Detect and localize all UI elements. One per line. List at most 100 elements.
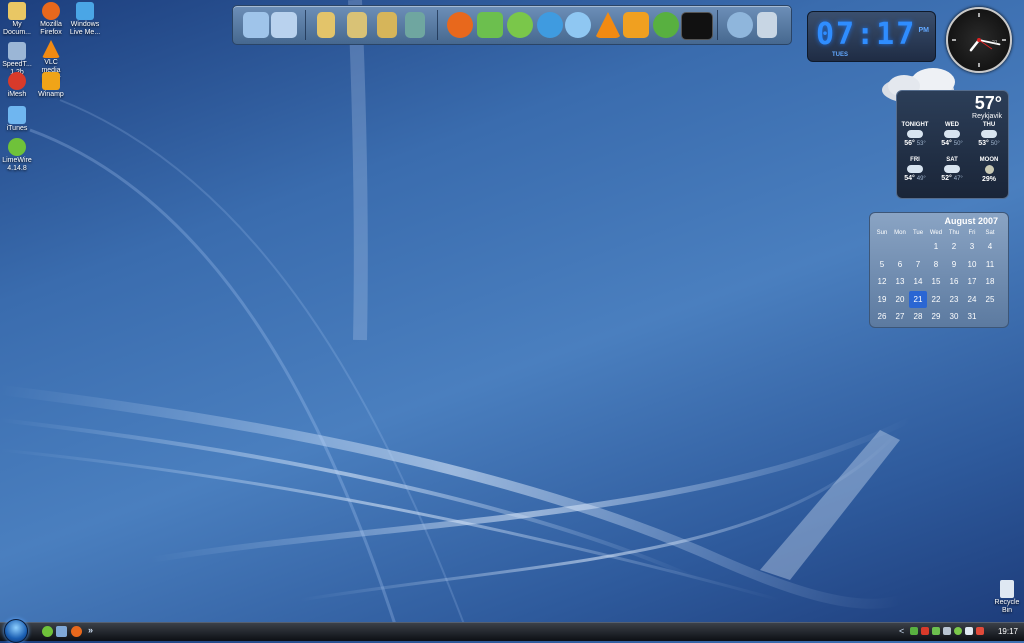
calendar-day[interactable]: 24 [963,291,981,309]
messenger-icon[interactable] [477,12,503,38]
desktop-icon-limewire[interactable]: LimeWire 4.14.8 [0,138,34,173]
desktop-icon-firefox[interactable]: Mozilla Firefox [34,2,68,37]
update-tray-icon[interactable] [976,627,984,635]
calendar-day[interactable]: 1 [927,238,945,256]
volume-tray-icon[interactable] [965,627,973,635]
antivirus-tray-icon[interactable] [921,627,929,635]
utorrent-icon[interactable] [653,12,679,38]
computer-icon[interactable] [243,12,269,38]
calendar-day[interactable]: 8 [927,256,945,274]
calendar-day[interactable]: 27 [891,308,909,326]
documents-folder-icon[interactable] [347,12,367,38]
dock-separator [437,10,438,40]
calendar-day[interactable]: 15 [927,273,945,291]
desktop-icon-label: Windows Live Me... [69,21,101,36]
music-folder-icon[interactable] [377,12,397,38]
forecast-low: 53° [916,141,926,147]
calendar-gadget[interactable]: August 2007 Sun Mon Tue Wed Thu Fri Sat … [869,212,1009,328]
weekday-label: Sun [876,230,888,236]
calendar-day[interactable]: 23 [945,291,963,309]
forecast-label: THU [982,122,996,128]
calendar-day[interactable]: 11 [981,256,999,274]
digital-clock-gadget[interactable]: 07:17 PM TUES [807,11,936,62]
desktop-icon-my-documents[interactable]: My Docum... [0,2,34,37]
speedtest-icon [8,42,26,60]
vlc-icon[interactable] [595,12,621,38]
limewire-icon [8,138,26,156]
calendar-day[interactable]: 25 [981,291,999,309]
recycle-bin-icon[interactable] [757,12,777,38]
start-button[interactable] [4,619,28,643]
quicklaunch-more-button[interactable]: » [88,625,93,635]
calendar-day[interactable]: 5 [873,256,891,274]
utorrent-tray-icon[interactable] [910,627,918,635]
desktop-icon-label: LimeWire 4.14.8 [2,157,32,172]
calendar-day-today[interactable]: 21 [909,290,927,308]
desktop-icon-itunes[interactable]: iTunes [0,106,34,133]
calendar-day[interactable]: 28 [909,308,927,326]
calendar-day[interactable]: 26 [873,308,891,326]
calendar-day[interactable]: 3 [963,238,981,256]
itunes-icon[interactable] [565,12,591,38]
calendar-week-row: 12 13 14 15 16 17 18 [873,273,999,291]
globe-icon[interactable] [537,12,563,38]
calendar-day [981,308,999,326]
forecast-high: 52° [941,175,952,182]
rain-icon [944,130,960,138]
limewire-icon[interactable] [42,626,53,637]
gear-icon[interactable] [727,12,753,38]
calendar-day[interactable]: 9 [945,256,963,274]
network-tray-icon[interactable] [943,627,951,635]
desktop-icon-imesh[interactable]: iMesh [0,72,34,99]
limewire-icon[interactable] [507,12,533,38]
desktop-icon-messenger[interactable]: Windows Live Me... [68,2,102,37]
calendar-month-title: August 2007 [944,216,998,226]
calendar-day[interactable]: 10 [963,256,981,274]
desktop-icon-winamp[interactable]: Winamp [34,72,68,99]
weather-current-temp: 57° [974,93,1002,113]
folder-icon[interactable] [317,12,335,38]
desktop-icon-recycle-bin[interactable]: Recycle Bin [992,580,1022,615]
calendar-day[interactable]: 19 [873,291,891,309]
calendar-day[interactable]: 29 [927,308,945,326]
calendar-day[interactable]: 17 [963,273,981,291]
calendar-day[interactable]: 14 [909,273,927,291]
rain-icon [981,130,997,138]
firefox-icon[interactable] [447,12,473,38]
forecast-fri: FRI 54° 49° [897,157,933,182]
forecast-low: 50° [990,141,1000,147]
taskbar: » < 19:17 [0,619,1024,643]
calendar-day[interactable]: 22 [927,291,945,309]
desktop-icon-label: iTunes [6,125,28,132]
show-desktop-icon[interactable] [56,626,67,637]
forecast-label: SAT [946,157,958,163]
desktop-icon-label: My Docum... [2,21,31,36]
weekday-label: Fri [968,230,976,236]
digital-clock-ampm: PM [918,27,930,34]
calendar-day[interactable]: 13 [891,273,909,291]
messenger-tray-icon[interactable] [932,627,940,635]
network-icon[interactable] [271,12,297,38]
pictures-folder-icon[interactable] [405,12,425,38]
calendar-day[interactable]: 12 [873,273,891,291]
steam-icon[interactable] [681,12,713,40]
calendar-day[interactable]: 18 [981,273,999,291]
calendar-day[interactable]: 7 [909,256,927,274]
calendar-day[interactable]: 2 [945,238,963,256]
weather-gadget[interactable]: 57° Reykjavik TONIGHT 56° 53° WED 54° 50… [896,90,1009,199]
calendar-day[interactable]: 31 [963,308,981,326]
tray-expand-button[interactable]: < [899,626,904,636]
limewire-tray-icon[interactable] [954,627,962,635]
calendar-day[interactable]: 16 [945,273,963,291]
calendar-day[interactable]: 4 [981,238,999,256]
calendar-day [909,238,927,256]
digital-clock-day: TUES [832,52,849,58]
calendar-day[interactable]: 20 [891,291,909,309]
calendar-day[interactable]: 30 [945,308,963,326]
moon-icon [984,165,994,174]
firefox-icon[interactable] [71,626,82,637]
calendar-day[interactable]: 6 [891,256,909,274]
taskbar-clock[interactable]: 19:17 [998,627,1018,636]
analog-clock-gadget[interactable]: 21 [946,7,1012,73]
media-player-icon[interactable] [623,12,649,38]
